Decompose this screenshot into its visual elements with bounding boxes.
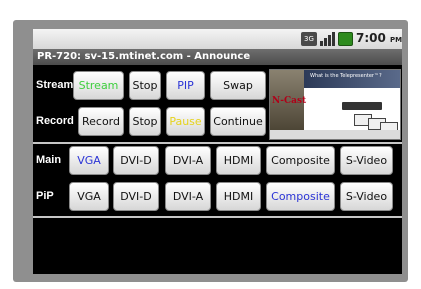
pause-button[interactable]: Pause bbox=[166, 107, 205, 136]
clock-ampm: PM bbox=[390, 36, 402, 44]
app-screen: 3G 7:00 PM PR-720: sv-15.mtinet.com - An… bbox=[33, 29, 402, 274]
signal-bars-icon bbox=[320, 32, 335, 46]
main-row-label: Main bbox=[36, 154, 62, 166]
network-3g-icon: 3G bbox=[301, 32, 317, 46]
continue-button[interactable]: Continue bbox=[210, 107, 266, 136]
main-s-video-button[interactable]: S-Video bbox=[340, 146, 393, 175]
battery-icon bbox=[338, 32, 353, 46]
divider bbox=[33, 216, 402, 218]
divider bbox=[33, 142, 402, 144]
main-vga-button[interactable]: VGA bbox=[69, 146, 109, 175]
video-preview: What is the Telepresenter™? N-Cast bbox=[269, 69, 401, 140]
main-dvi-d-button[interactable]: DVI-D bbox=[113, 146, 159, 175]
pip-row-label: PiP bbox=[36, 190, 54, 202]
main-dvi-a-button[interactable]: DVI-A bbox=[165, 146, 211, 175]
slide-footer bbox=[270, 130, 400, 139]
ncast-logo: N-Cast bbox=[272, 96, 307, 106]
slide-header-text: What is the Telepresenter™? bbox=[310, 73, 382, 79]
swap-button[interactable]: Swap bbox=[210, 71, 266, 100]
app-title: PR-720: sv-15.mtinet.com - Announce bbox=[33, 49, 402, 65]
pip-dvi-d-button[interactable]: DVI-D bbox=[113, 182, 159, 211]
pip-button[interactable]: PIP bbox=[166, 71, 205, 100]
record-stop-button[interactable]: Stop bbox=[129, 107, 161, 136]
status-bar: 3G 7:00 PM bbox=[33, 29, 402, 50]
stream-button[interactable]: Stream bbox=[73, 71, 124, 100]
stream-stop-button[interactable]: Stop bbox=[129, 71, 161, 100]
main-hdmi-button[interactable]: HDMI bbox=[216, 146, 261, 175]
clock-time: 7:00 bbox=[356, 31, 386, 45]
pip-hdmi-button[interactable]: HDMI bbox=[216, 182, 261, 211]
stream-row-label: Stream bbox=[36, 79, 74, 91]
main-composite-button[interactable]: Composite bbox=[266, 146, 335, 175]
record-button[interactable]: Record bbox=[78, 107, 124, 136]
clock: 7:00 PM bbox=[356, 31, 402, 45]
pip-dvi-a-button[interactable]: DVI-A bbox=[165, 182, 211, 211]
device-illustration bbox=[342, 102, 382, 110]
pip-s-video-button[interactable]: S-Video bbox=[340, 182, 393, 211]
pip-composite-button[interactable]: Composite bbox=[266, 182, 335, 211]
record-row-label: Record bbox=[36, 115, 74, 127]
pip-vga-button[interactable]: VGA bbox=[69, 182, 109, 211]
